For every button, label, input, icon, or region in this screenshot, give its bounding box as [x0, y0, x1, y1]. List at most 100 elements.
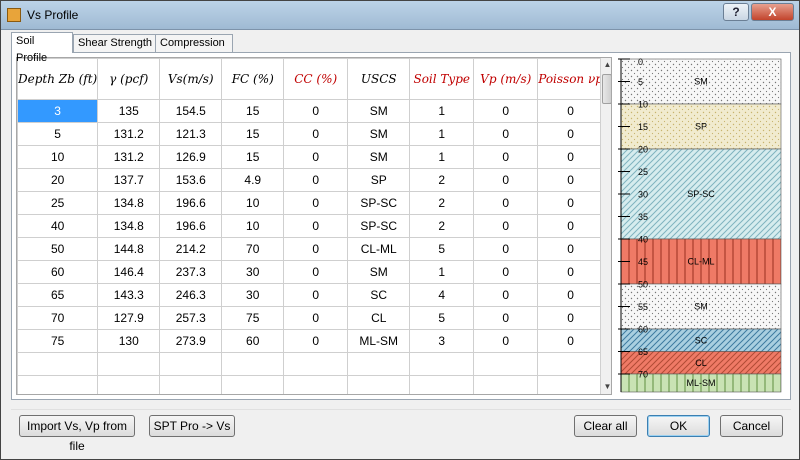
table-cell[interactable]: 40: [17, 214, 99, 238]
table-cell[interactable]: [473, 352, 539, 376]
table-cell[interactable]: 0: [283, 306, 349, 330]
table-row[interactable]: 20 137.7 153.6 4.9 0 SP 2 0 0: [17, 168, 604, 192]
table-cell[interactable]: 5: [409, 306, 475, 330]
ok-button[interactable]: OK: [647, 415, 710, 437]
table-cell[interactable]: 15: [221, 145, 285, 169]
table-cell[interactable]: 5: [17, 122, 99, 146]
table-cell[interactable]: [409, 352, 475, 376]
table-cell[interactable]: 70: [221, 237, 285, 261]
table-cell[interactable]: 15: [221, 99, 285, 123]
table-cell[interactable]: [473, 375, 539, 394]
table-row[interactable]: 75 130 273.9 60 0 ML-SM 3 0 0: [17, 329, 604, 353]
table-cell[interactable]: 4.9: [221, 168, 285, 192]
table-cell[interactable]: [97, 352, 161, 376]
table-cell[interactable]: 246.3: [159, 283, 223, 307]
table-cell[interactable]: 1: [409, 260, 475, 284]
table-cell[interactable]: 137.7: [97, 168, 161, 192]
table-cell[interactable]: 121.3: [159, 122, 223, 146]
table-cell[interactable]: [221, 375, 285, 394]
column-header[interactable]: Vs(m/s): [159, 58, 223, 100]
table-cell[interactable]: 154.5: [159, 99, 223, 123]
table-cell[interactable]: 134.8: [97, 191, 161, 215]
table-cell[interactable]: SM: [347, 260, 411, 284]
table-cell[interactable]: [347, 352, 411, 376]
table-cell[interactable]: 70: [17, 306, 99, 330]
table-cell[interactable]: 1: [409, 99, 475, 123]
table-cell[interactable]: 127.9: [97, 306, 161, 330]
table-cell[interactable]: [17, 352, 99, 376]
table-cell[interactable]: SP-SC: [347, 191, 411, 215]
table-cell[interactable]: 10: [221, 214, 285, 238]
table-cell[interactable]: 2: [409, 214, 475, 238]
table-cell[interactable]: 0: [473, 214, 539, 238]
table-cell[interactable]: [283, 375, 349, 394]
import-vs-vp-button[interactable]: Import Vs, Vp from file: [19, 415, 135, 453]
table-cell[interactable]: 0: [537, 168, 604, 192]
table-row[interactable]: [17, 375, 604, 394]
table-row[interactable]: 25 134.8 196.6 10 0 SP-SC 2 0 0: [17, 191, 604, 215]
table-cell[interactable]: [159, 375, 223, 394]
table-cell[interactable]: 0: [283, 237, 349, 261]
table-cell[interactable]: 0: [473, 145, 539, 169]
table-cell[interactable]: 0: [537, 329, 604, 353]
table-cell[interactable]: 1: [409, 145, 475, 169]
table-cell[interactable]: 10: [221, 191, 285, 215]
table-cell[interactable]: SM: [347, 122, 411, 146]
table-cell[interactable]: 60: [17, 260, 99, 284]
table-cell[interactable]: 0: [283, 329, 349, 353]
table-cell[interactable]: [97, 375, 161, 394]
cancel-button[interactable]: Cancel: [720, 415, 783, 437]
table-cell[interactable]: 153.6: [159, 168, 223, 192]
table-cell[interactable]: 0: [473, 283, 539, 307]
table-cell[interactable]: 237.3: [159, 260, 223, 284]
table-cell[interactable]: 0: [283, 122, 349, 146]
table-cell[interactable]: ML-SM: [347, 329, 411, 353]
table-cell[interactable]: 0: [473, 168, 539, 192]
table-row[interactable]: 3 135 154.5 15 0 SM 1 0 0: [17, 99, 604, 123]
table-cell[interactable]: SM: [347, 99, 411, 123]
table-cell[interactable]: 0: [537, 237, 604, 261]
table-cell[interactable]: 0: [537, 191, 604, 215]
table-row[interactable]: 40 134.8 196.6 10 0 SP-SC 2 0 0: [17, 214, 604, 238]
table-cell[interactable]: 214.2: [159, 237, 223, 261]
column-header[interactable]: CC (%): [283, 58, 349, 100]
table-cell[interactable]: [537, 375, 604, 394]
table-cell[interactable]: 60: [221, 329, 285, 353]
table-row[interactable]: 5 131.2 121.3 15 0 SM 1 0 0: [17, 122, 604, 146]
table-cell[interactable]: 0: [537, 99, 604, 123]
table-cell[interactable]: 143.3: [97, 283, 161, 307]
table-cell[interactable]: 0: [283, 283, 349, 307]
table-cell[interactable]: 146.4: [97, 260, 161, 284]
table-cell[interactable]: 126.9: [159, 145, 223, 169]
scroll-thumb[interactable]: [602, 74, 611, 104]
table-cell[interactable]: [159, 352, 223, 376]
table-cell[interactable]: 0: [473, 329, 539, 353]
table-cell[interactable]: 0: [537, 283, 604, 307]
table-cell[interactable]: 75: [17, 329, 99, 353]
table-cell[interactable]: 273.9: [159, 329, 223, 353]
table-cell[interactable]: 134.8: [97, 214, 161, 238]
table-row[interactable]: 70 127.9 257.3 75 0 CL 5 0 0: [17, 306, 604, 330]
table-cell[interactable]: 1: [409, 122, 475, 146]
title-bar[interactable]: Vs Profile ? X: [1, 1, 799, 30]
tab-compression[interactable]: Compression: [155, 34, 233, 52]
column-header[interactable]: Soil Type: [409, 58, 475, 100]
table-cell[interactable]: 30: [221, 260, 285, 284]
table-cell[interactable]: 0: [283, 191, 349, 215]
column-header[interactable]: Poisson νp: [537, 58, 604, 100]
table-cell[interactable]: 0: [473, 237, 539, 261]
scroll-up-icon[interactable]: ▲: [601, 58, 611, 72]
table-cell[interactable]: 0: [283, 260, 349, 284]
table-cell[interactable]: 0: [537, 306, 604, 330]
table-cell[interactable]: 130: [97, 329, 161, 353]
column-header[interactable]: FC (%): [221, 58, 285, 100]
table-cell[interactable]: 0: [283, 99, 349, 123]
table-cell[interactable]: 0: [283, 214, 349, 238]
tab-soil-profile[interactable]: Soil Profile: [11, 32, 73, 64]
table-cell[interactable]: 2: [409, 168, 475, 192]
vertical-scrollbar[interactable]: ▲ ▼: [600, 58, 611, 394]
table-cell[interactable]: 131.2: [97, 145, 161, 169]
table-cell[interactable]: 196.6: [159, 191, 223, 215]
table-cell[interactable]: 0: [473, 99, 539, 123]
table-cell[interactable]: 0: [537, 145, 604, 169]
